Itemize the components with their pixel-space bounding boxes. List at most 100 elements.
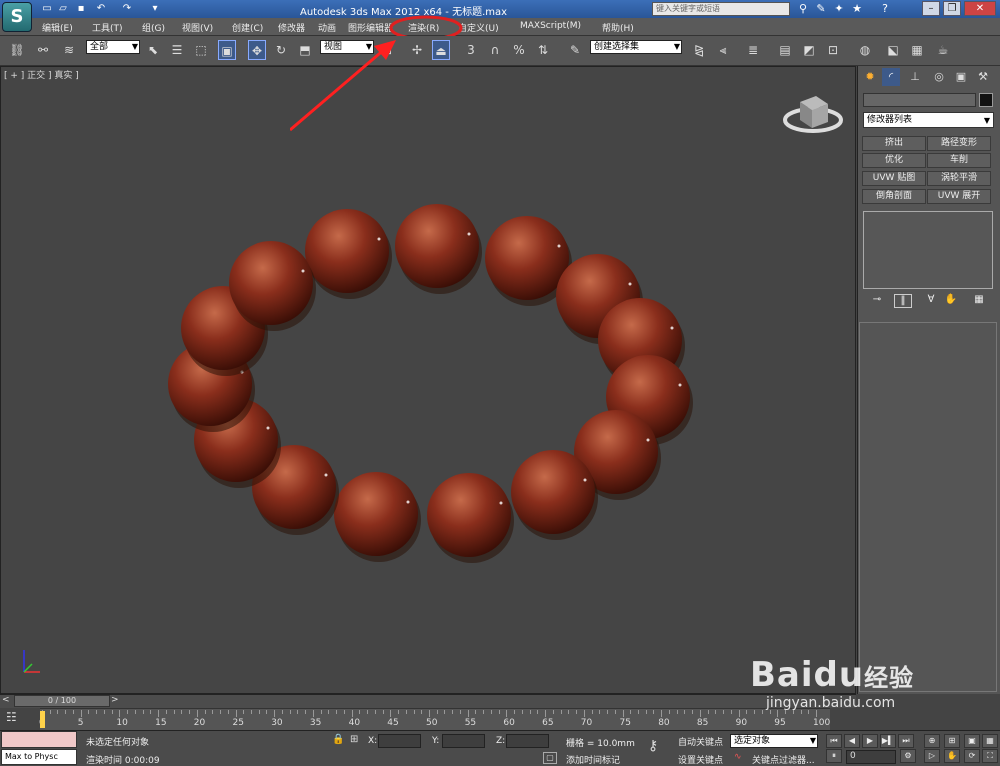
modifier-lathe-button[interactable]: 车削 xyxy=(927,153,991,168)
render-production-icon[interactable]: ☕ xyxy=(934,40,952,60)
curve-editor-icon[interactable]: ◩ xyxy=(800,40,818,60)
maxscript-listener-pink[interactable] xyxy=(1,731,77,748)
communication-icon[interactable]: ✦ xyxy=(832,2,846,16)
graphite-ribbon-icon[interactable]: ▤ xyxy=(776,40,794,60)
modifier-optimize-button[interactable]: 优化 xyxy=(862,153,926,168)
orbit-icon[interactable]: ⟳ xyxy=(964,749,980,763)
pan-hand-icon[interactable]: ✋ xyxy=(944,749,960,763)
remove-modifier-icon[interactable]: ✋ xyxy=(942,294,960,308)
menu-help[interactable]: 帮助(H) xyxy=(602,21,634,34)
y-coordinate-field[interactable] xyxy=(442,734,485,748)
named-selection-dropdown[interactable]: 创建选择集 ▼ xyxy=(590,40,682,54)
menu-modifiers[interactable]: 修改器 xyxy=(278,21,305,34)
hierarchy-tab-icon[interactable]: ⊥ xyxy=(906,68,924,86)
time-slider-prev-icon[interactable]: < xyxy=(2,695,10,705)
current-frame-field[interactable]: 0 xyxy=(846,750,896,764)
modify-tab-icon[interactable]: ◜ xyxy=(882,68,900,86)
move-icon[interactable]: ✥ xyxy=(248,40,266,60)
object-color-swatch[interactable] xyxy=(979,93,993,107)
viewcube-icon[interactable] xyxy=(783,96,843,133)
menu-graph-editors[interactable]: 图形编辑器 xyxy=(348,21,393,34)
time-slider-thumb[interactable]: 0 / 100 xyxy=(14,695,110,707)
zoom-extents-all-icon[interactable]: ▦ xyxy=(982,734,998,748)
zoom-icon[interactable]: ⊕ xyxy=(924,734,940,748)
motion-tab-icon[interactable]: ◎ xyxy=(930,68,948,86)
modifier-path-deform-button[interactable]: 路径变形 xyxy=(927,136,991,151)
spinner-snap-icon[interactable]: ⇅ xyxy=(534,40,552,60)
help-icon[interactable]: ? xyxy=(878,2,892,16)
redo-icon[interactable]: ↷ xyxy=(120,2,134,15)
menu-edit[interactable]: 编辑(E) xyxy=(42,21,73,34)
next-frame-icon[interactable]: ▶▍ xyxy=(880,734,896,748)
select-manipulate-icon[interactable]: ✢ xyxy=(408,40,426,60)
schematic-view-icon[interactable]: ⊡ xyxy=(824,40,842,60)
time-slider-track[interactable] xyxy=(0,694,856,708)
modifier-uvw-map-button[interactable]: UVW 贴图 xyxy=(862,171,926,186)
go-to-start-icon[interactable]: ⏮ xyxy=(826,734,842,748)
set-key-button[interactable]: 设置关键点 xyxy=(678,753,723,766)
key-filter-curve-icon[interactable]: ∿ xyxy=(734,752,742,762)
key-object-dropdown[interactable]: 选定对象 ▼ xyxy=(730,734,818,748)
tools-icon[interactable]: ✎ xyxy=(814,2,828,16)
z-coordinate-field[interactable] xyxy=(506,734,549,748)
current-frame-marker[interactable] xyxy=(40,711,45,728)
rectangular-selection-icon[interactable]: ⬚ xyxy=(192,40,210,60)
menu-tools[interactable]: 工具(T) xyxy=(92,21,123,34)
time-slider-next-icon[interactable]: > xyxy=(111,695,121,707)
material-editor-icon[interactable]: ◍ xyxy=(856,40,874,60)
display-tab-icon[interactable]: ▣ xyxy=(952,68,970,86)
binoculars-icon[interactable]: ⚲ xyxy=(796,2,810,16)
quick-access-dropdown-icon[interactable]: ▾ xyxy=(148,2,162,15)
add-time-tag-button[interactable]: 添加时间标记 xyxy=(566,753,620,766)
play-icon[interactable]: ▶ xyxy=(862,734,878,748)
pin-stack-icon[interactable]: ⊸ xyxy=(868,294,886,308)
mini-curve-editor-icon[interactable]: ☷ xyxy=(6,710,28,728)
menu-views[interactable]: 视图(V) xyxy=(182,21,213,34)
modifier-stack[interactable] xyxy=(863,211,993,289)
make-unique-icon[interactable]: ∀ xyxy=(922,294,940,308)
mirror-icon[interactable]: ⧎ xyxy=(690,40,708,60)
render-setup-icon[interactable]: ⬕ xyxy=(884,40,902,60)
modifier-extrude-button[interactable]: 挤出 xyxy=(862,136,926,151)
modifier-bevel-profile-button[interactable]: 倒角剖面 xyxy=(862,189,926,204)
key-mode-toggle-icon[interactable]: ⏸ xyxy=(826,749,842,763)
rotate-icon[interactable]: ↻ xyxy=(272,40,290,60)
menu-create[interactable]: 创建(C) xyxy=(232,21,263,34)
configure-sets-icon[interactable]: ▦ xyxy=(970,294,988,308)
utilities-tab-icon[interactable]: ⚒ xyxy=(974,68,992,86)
rendered-frame-window-icon[interactable]: ▦ xyxy=(908,40,926,60)
create-tab-icon[interactable]: ✹ xyxy=(861,68,879,86)
save-icon[interactable]: ▪ xyxy=(74,2,88,15)
layer-manager-icon[interactable]: ≣ xyxy=(744,40,762,60)
time-configuration-icon[interactable]: ⚙ xyxy=(900,749,916,763)
window-crossing-icon[interactable]: ▣ xyxy=(218,40,236,60)
keyboard-shortcut-override-icon[interactable]: ⏏ xyxy=(432,40,450,60)
percent-snap-icon[interactable]: % xyxy=(510,40,528,60)
time-tag-icon[interactable]: ▢ xyxy=(543,752,557,764)
link-icon[interactable]: ⛓ xyxy=(8,40,26,60)
selection-filter-dropdown[interactable]: 全部 ▼ xyxy=(86,40,140,54)
angle-snap-icon[interactable]: ∩ xyxy=(486,40,504,60)
select-object-icon[interactable]: ⬉ xyxy=(144,40,162,60)
undo-icon[interactable]: ↶ xyxy=(94,2,108,15)
minimize-button[interactable]: – xyxy=(922,1,940,16)
modifier-turbosmooth-button[interactable]: 涡轮平滑 xyxy=(927,171,991,186)
absolute-mode-icon[interactable]: ⊞ xyxy=(350,734,358,745)
app-logo-button[interactable]: S xyxy=(2,2,32,32)
open-file-icon[interactable]: ▱ xyxy=(56,2,70,15)
menu-animation[interactable]: 动画 xyxy=(318,21,336,34)
unlink-icon[interactable]: ⚯ xyxy=(34,40,52,60)
edit-named-selection-icon[interactable]: ✎ xyxy=(566,40,584,60)
go-to-end-icon[interactable]: ⏭ xyxy=(898,734,914,748)
menu-maxscript[interactable]: MAXScript(M) xyxy=(520,21,581,31)
maximize-viewport-icon[interactable]: ⛶ xyxy=(982,749,998,763)
previous-frame-icon[interactable]: ◀ xyxy=(844,734,860,748)
modifier-list-dropdown[interactable]: 修改器列表 ▼ xyxy=(863,112,994,128)
close-button[interactable]: ✕ xyxy=(964,1,996,16)
search-input[interactable]: 键入关键字或短语 xyxy=(652,2,790,16)
modifier-unwrap-uvw-button[interactable]: UVW 展开 xyxy=(927,189,991,204)
lock-selection-icon[interactable]: 🔒 xyxy=(332,734,344,745)
auto-key-button[interactable]: 自动关键点 xyxy=(678,735,723,748)
object-name-field[interactable] xyxy=(863,93,976,107)
snaps-toggle-icon[interactable]: 3 xyxy=(462,40,480,60)
